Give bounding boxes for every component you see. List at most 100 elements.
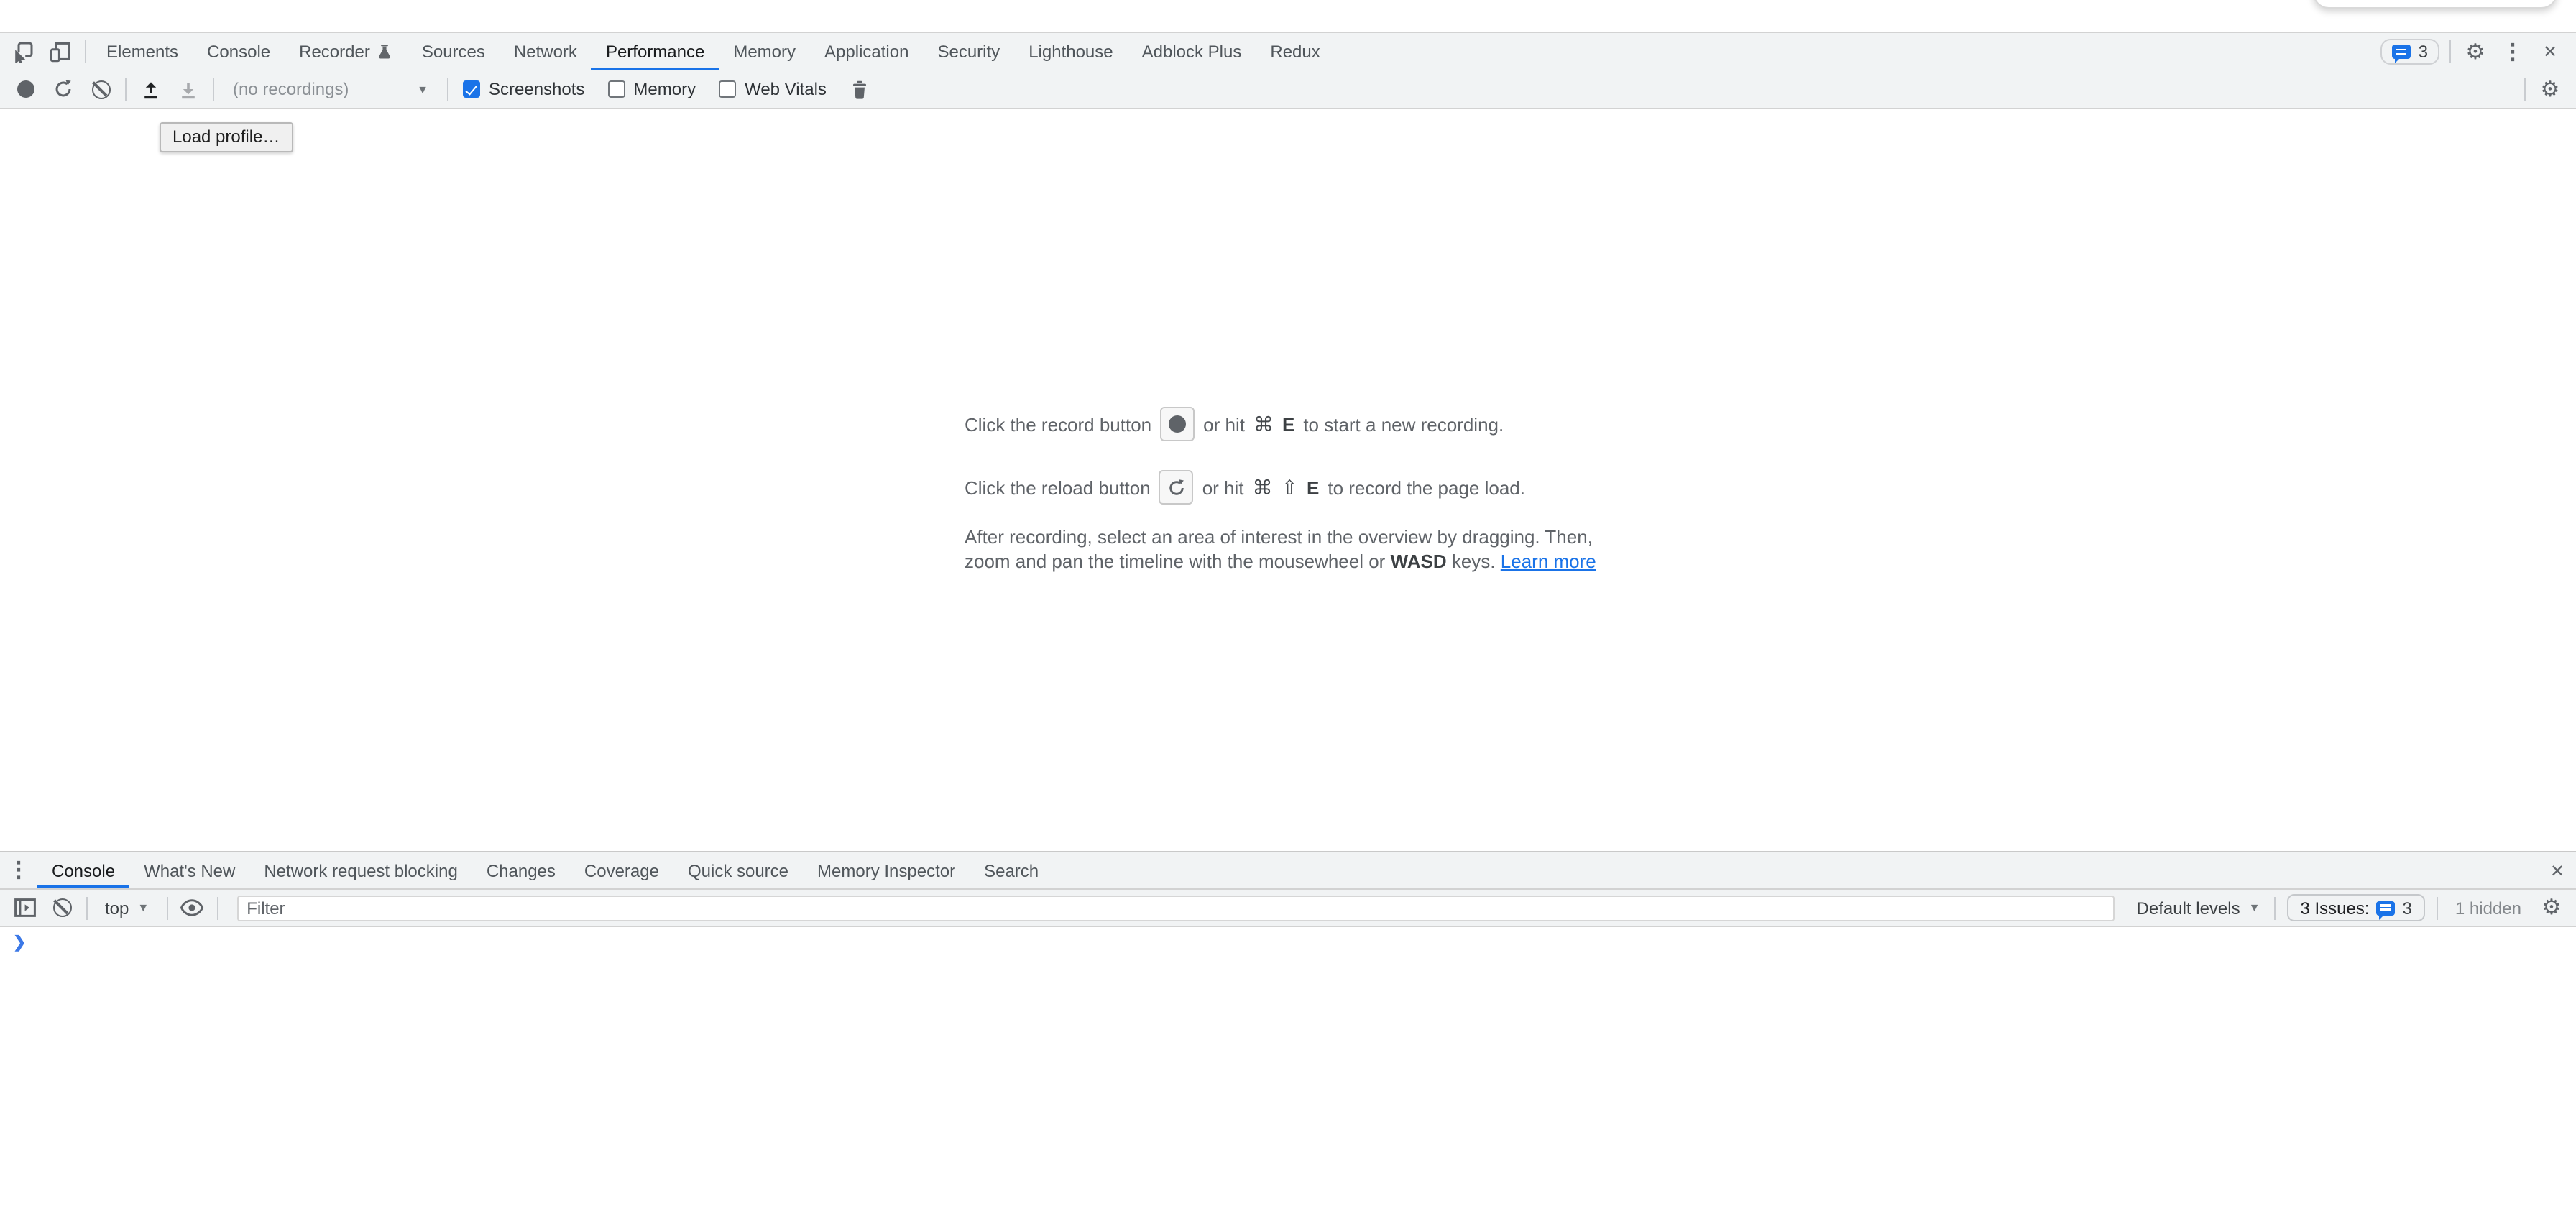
learn-more-link[interactable]: Learn more	[1501, 551, 1596, 572]
device-toolbar-icon	[49, 40, 72, 63]
inspect-element-button[interactable]	[4, 33, 42, 70]
drawer-tabbar: ⋮ Console What's New Network request blo…	[0, 852, 2576, 890]
eye-icon	[180, 898, 204, 917]
console-settings-button[interactable]: ⚙	[2533, 889, 2570, 926]
reload-icon	[1167, 478, 1186, 497]
tab-sources[interactable]: Sources	[408, 33, 500, 70]
tab-adblock-plus[interactable]: Adblock Plus	[1128, 33, 1256, 70]
reload-instruction-mid: or hit	[1202, 477, 1244, 498]
console-filter-input[interactable]	[236, 895, 2115, 921]
settings-button[interactable]: ⚙	[2457, 33, 2494, 70]
console-issues-button[interactable]: 3 Issues: 3	[2287, 894, 2424, 921]
tab-label: Console	[52, 860, 115, 880]
tab-elements[interactable]: Elements	[92, 33, 193, 70]
hidden-messages-count: 1 hidden	[2455, 898, 2521, 918]
tab-label: Memory Inspector	[817, 860, 955, 880]
create-live-expression-button[interactable]	[173, 889, 211, 926]
record-instruction-post: to start a new recording.	[1303, 413, 1504, 435]
drawer-tab-network-request-blocking[interactable]: Network request blocking	[249, 852, 472, 888]
clear-icon	[52, 898, 71, 917]
screenshots-label: Screenshots	[489, 79, 584, 99]
tab-lighthouse[interactable]: Lighthouse	[1014, 33, 1127, 70]
reload-and-record-button[interactable]	[45, 70, 82, 108]
recordings-dropdown[interactable]: (no recordings) ▼	[223, 75, 438, 103]
tab-console[interactable]: Console	[193, 33, 285, 70]
record-instruction-pre: Click the record button	[965, 413, 1151, 435]
bubble-lines	[2397, 48, 2407, 50]
tips-paragraph: After recording, select an area of inter…	[965, 525, 1614, 574]
garbage-collect-button[interactable]	[841, 70, 878, 108]
record-instruction-mid: or hit	[1203, 413, 1245, 435]
tab-recorder[interactable]: Recorder	[285, 33, 408, 70]
tab-label: Application	[824, 42, 908, 62]
record-icon	[1169, 415, 1186, 433]
command-key-icon: ⌘	[1253, 475, 1273, 500]
reload-button-preview[interactable]	[1159, 470, 1194, 505]
experimental-flask-icon	[377, 43, 393, 60]
console-prompt[interactable]: ❯	[0, 927, 2576, 962]
tab-redux[interactable]: Redux	[1256, 33, 1334, 70]
console-messages-area[interactable]: ❯	[0, 927, 2576, 1206]
divider	[86, 896, 88, 919]
recordings-dropdown-value: (no recordings)	[233, 79, 349, 99]
capture-settings-button[interactable]: ⚙	[2531, 70, 2569, 108]
tab-label: What's New	[144, 860, 235, 880]
issues-button[interactable]: 3	[2381, 39, 2439, 65]
memory-label: Memory	[633, 79, 696, 99]
drawer-tab-console[interactable]: Console	[37, 852, 129, 888]
close-drawer-button[interactable]: ✕	[2539, 852, 2576, 889]
tab-performance[interactable]: Performance	[592, 33, 719, 70]
prompt-chevron-icon: ❯	[13, 934, 26, 953]
clear-recording-button[interactable]	[82, 70, 119, 108]
record-icon	[17, 80, 34, 98]
tab-label: Sources	[422, 42, 485, 62]
drawer-tab-memory-inspector[interactable]: Memory Inspector	[803, 852, 970, 888]
tab-network[interactable]: Network	[500, 33, 592, 70]
tabbar-right-controls: 3 ⚙ ⋮ ✕	[2381, 33, 2576, 70]
clear-console-button[interactable]	[43, 889, 80, 926]
drawer-tab-quick-source[interactable]: Quick source	[673, 852, 803, 888]
divider	[2450, 40, 2451, 63]
load-profile-button[interactable]	[132, 70, 170, 108]
chevron-down-icon: ▼	[137, 901, 149, 914]
tab-label: Memory	[733, 42, 796, 62]
close-devtools-button[interactable]: ✕	[2531, 33, 2569, 70]
javascript-context-dropdown[interactable]: top ▼	[93, 898, 160, 918]
drawer-tab-changes[interactable]: Changes	[472, 852, 570, 888]
kebab-menu-icon: ⋮	[2502, 41, 2524, 63]
web-vitals-checkbox[interactable]	[719, 80, 736, 98]
close-icon: ✕	[2550, 862, 2564, 879]
divider	[125, 78, 126, 101]
tab-label: Changes	[487, 860, 556, 880]
tab-label: Quick source	[688, 860, 788, 880]
tab-label: Elements	[106, 42, 178, 62]
issues-count: 3	[2403, 898, 2412, 918]
drawer-tab-coverage[interactable]: Coverage	[570, 852, 673, 888]
console-sidebar-toggle-button[interactable]	[6, 889, 43, 926]
issues-bubble-icon	[2377, 901, 2396, 915]
shift-key-icon: ⇧	[1282, 475, 1298, 500]
divider	[2524, 78, 2526, 101]
devtools-window: Elements Console Recorder Sources Networ…	[0, 0, 2576, 1206]
save-profile-button[interactable]	[170, 70, 207, 108]
more-options-button[interactable]: ⋮	[2494, 33, 2531, 70]
tab-security[interactable]: Security	[923, 33, 1014, 70]
tab-application[interactable]: Application	[810, 33, 923, 70]
tab-memory[interactable]: Memory	[719, 33, 810, 70]
tab-label: Adblock Plus	[1142, 42, 1242, 62]
drawer-tab-whats-new[interactable]: What's New	[129, 852, 249, 888]
reload-icon	[53, 79, 73, 99]
tab-label: Network request blocking	[264, 860, 457, 880]
drawer-menu-button[interactable]: ⋮	[0, 852, 37, 889]
screenshots-checkbox[interactable]	[463, 80, 480, 98]
command-key-icon: ⌘	[1254, 412, 1274, 436]
performance-landing: Click the record button or hit ⌘ E to st…	[965, 407, 1640, 574]
device-toolbar-button[interactable]	[42, 33, 79, 70]
memory-checkbox[interactable]	[607, 80, 625, 98]
log-levels-dropdown[interactable]: Default levels ▼	[2128, 898, 2269, 918]
shortcut-key: E	[1307, 477, 1319, 498]
record-button-preview[interactable]	[1160, 407, 1195, 441]
drawer-tab-search[interactable]: Search	[970, 852, 1053, 888]
record-button[interactable]	[7, 70, 45, 108]
performance-toolbar: (no recordings) ▼ Screenshots Memory Web…	[0, 70, 2576, 109]
